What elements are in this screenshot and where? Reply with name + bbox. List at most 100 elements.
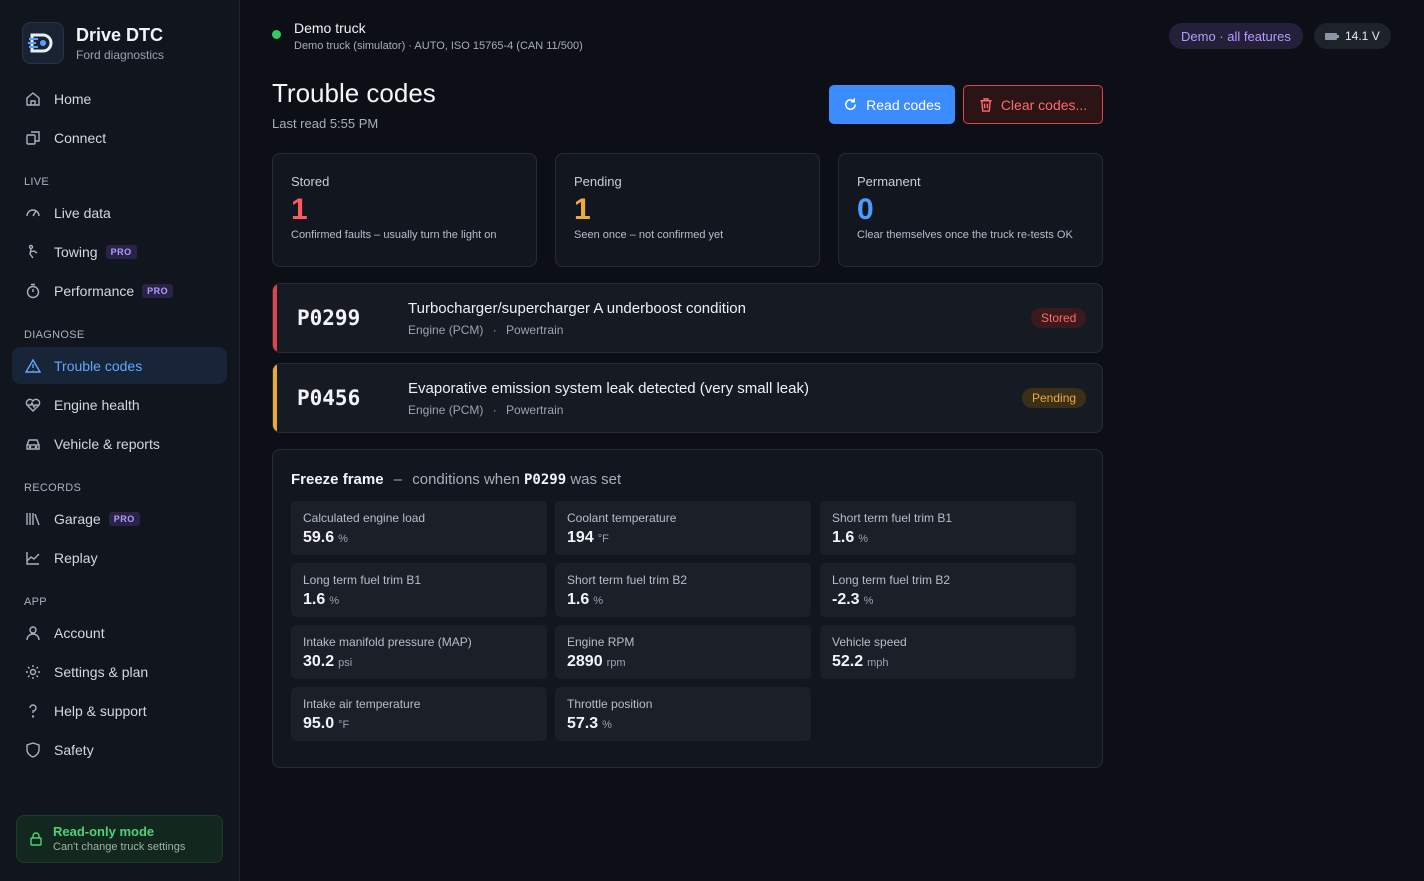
voltage-pill: 14.1 V [1314,23,1391,49]
pid-value: 30.2 [303,653,335,670]
sidebar-item-help[interactable]: Help & support [12,692,227,729]
sidebar-item-label: Account [54,624,105,641]
read-codes-button[interactable]: Read codes [829,85,955,124]
battery-icon [1325,32,1339,40]
freeze-frame-prefix: conditions when [412,471,520,488]
pid-value: 1.6 [567,591,590,608]
sidebar-item-trouble-codes[interactable]: Trouble codes [12,347,227,384]
pid-label: Short term fuel trim B1 [832,511,953,525]
nav-section-records: RECORDS [24,482,82,494]
sidebar-item-label: Settings & plan [54,663,149,680]
sidebar-item-label: Engine health [54,396,140,413]
connection-status-dot [272,30,281,39]
sidebar-item-vehicle-reports[interactable]: Vehicle & reports [12,425,227,462]
app-subtitle: Ford diagnostics [76,47,165,62]
pid-value: 59.6 [303,529,335,546]
demo-mode-pill[interactable]: Demo · all features [1169,23,1303,49]
clear-codes-button[interactable]: Clear codes... [963,85,1103,124]
sidebar-item-performance[interactable]: Performance PRO [12,272,227,309]
dtc-code: P0299 [297,306,361,330]
sidebar-item-towing[interactable]: Towing PRO [12,233,227,270]
sidebar-item-settings[interactable]: Settings & plan [12,653,227,690]
pid-unit: % [858,533,869,545]
warning-icon [24,357,42,375]
status-badge: Stored [1031,308,1087,328]
lock-icon [29,832,43,846]
pid-cell: Throttle position 57.3% [555,687,811,741]
sidebar-item-label: Garage [54,510,101,527]
readonly-subtitle: Can't change truck settings [53,841,186,853]
pid-unit: rpm [606,657,626,669]
sidebar-item-replay[interactable]: Replay [12,539,227,576]
sidebar-item-label: Replay [54,549,98,566]
pid-value: 194 [567,529,594,546]
pro-badge: PRO [105,244,137,259]
sidebar-item-home[interactable]: Home [12,80,227,117]
pid-value: 1.6 [832,529,855,546]
pid-value: 57.3 [567,715,599,732]
stat-description: Seen once – not confirmed yet [574,229,724,241]
readonly-title: Read-only mode [53,824,155,839]
stopwatch-icon [24,282,42,300]
dtc-separator: · [492,323,497,337]
dtc-title: Evaporative emission system leak detecte… [408,380,809,397]
vehicle-status: Demo truck Demo truck (simulator) · AUTO… [272,20,583,53]
stat-description: Confirmed faults – usually turn the ligh… [291,229,497,241]
freeze-frame-title: Freeze frame [291,471,384,488]
sidebar-item-live-data[interactable]: Live data [12,194,227,231]
nav-section-diagnose: DIAGNOSE [24,329,85,341]
pid-cell: Engine RPM 2890 rpm [555,625,811,679]
sidebar-item-label: Safety [54,741,94,758]
sidebar: Drive DTC Ford diagnostics Home Connect … [0,0,240,881]
shield-icon [24,741,42,759]
dtc-meta: Engine (PCM) · Powertrain [408,323,563,337]
page-title: Trouble codes [272,78,436,108]
pid-cell: Coolant temperature 194 °F [555,501,811,555]
pid-cell: Short term fuel trim B2 1.6% [555,563,811,617]
gauge-icon [24,204,42,222]
user-icon [24,624,42,642]
sidebar-item-engine-health[interactable]: Engine health [12,386,227,423]
freeze-frame-heading: Freeze frame – conditions when P0299 was… [291,471,621,488]
pid-unit: °F [338,719,350,731]
sidebar-item-connect[interactable]: Connect [12,119,227,156]
permanent-count-card: Permanent 0 Clear themselves once the tr… [838,153,1103,267]
pending-count-card: Pending 1 Seen once – not confirmed yet [555,153,820,267]
dtc-row[interactable]: P0299 Turbocharger/supercharger A underb… [272,283,1103,353]
pid-label: Engine RPM [567,635,635,649]
dtc-row[interactable]: P0456 Evaporative emission system leak d… [272,363,1103,433]
stat-label: Permanent [857,174,921,189]
pid-label: Vehicle speed [832,635,907,649]
severity-bar [273,364,277,432]
app-logo-icon [22,22,64,64]
dtc-meta: Engine (PCM) · Powertrain [408,403,563,417]
stat-value: 1 [291,193,308,226]
vehicle-name: Demo truck [294,20,366,36]
pid-label: Intake air temperature [303,697,421,711]
sidebar-item-label: Performance [54,282,135,299]
gear-icon [24,663,42,681]
pid-cell: Short term fuel trim B1 1.6% [820,501,1076,555]
pid-unit: % [863,595,874,607]
area-chart-icon [24,549,42,567]
dtc-separator: · [492,403,497,417]
dtc-module: Engine (PCM) [408,323,484,337]
pid-unit: % [329,595,340,607]
pid-value: 1.6 [303,591,326,608]
question-icon [24,702,42,720]
pid-cell: Intake manifold pressure (MAP) 30.2 psi [291,625,547,679]
dtc-title: Turbocharger/supercharger A underboost c… [408,300,746,317]
car-icon [24,435,42,453]
stat-value: 1 [574,193,591,226]
sidebar-item-label: Home [54,90,92,107]
towing-icon [24,243,42,261]
sidebar-item-label: Live data [54,204,111,221]
sidebar-item-account[interactable]: Account [12,614,227,651]
sidebar-item-garage[interactable]: Garage PRO [12,500,227,537]
freeze-frame-code: P0299 [524,472,567,488]
sidebar-item-safety[interactable]: Safety [12,731,227,768]
pid-cell: Vehicle speed 52.2 mph [820,625,1076,679]
nav-section-live: LIVE [24,176,50,188]
stat-value: 0 [857,193,874,226]
pid-label: Long term fuel trim B1 [303,573,422,587]
